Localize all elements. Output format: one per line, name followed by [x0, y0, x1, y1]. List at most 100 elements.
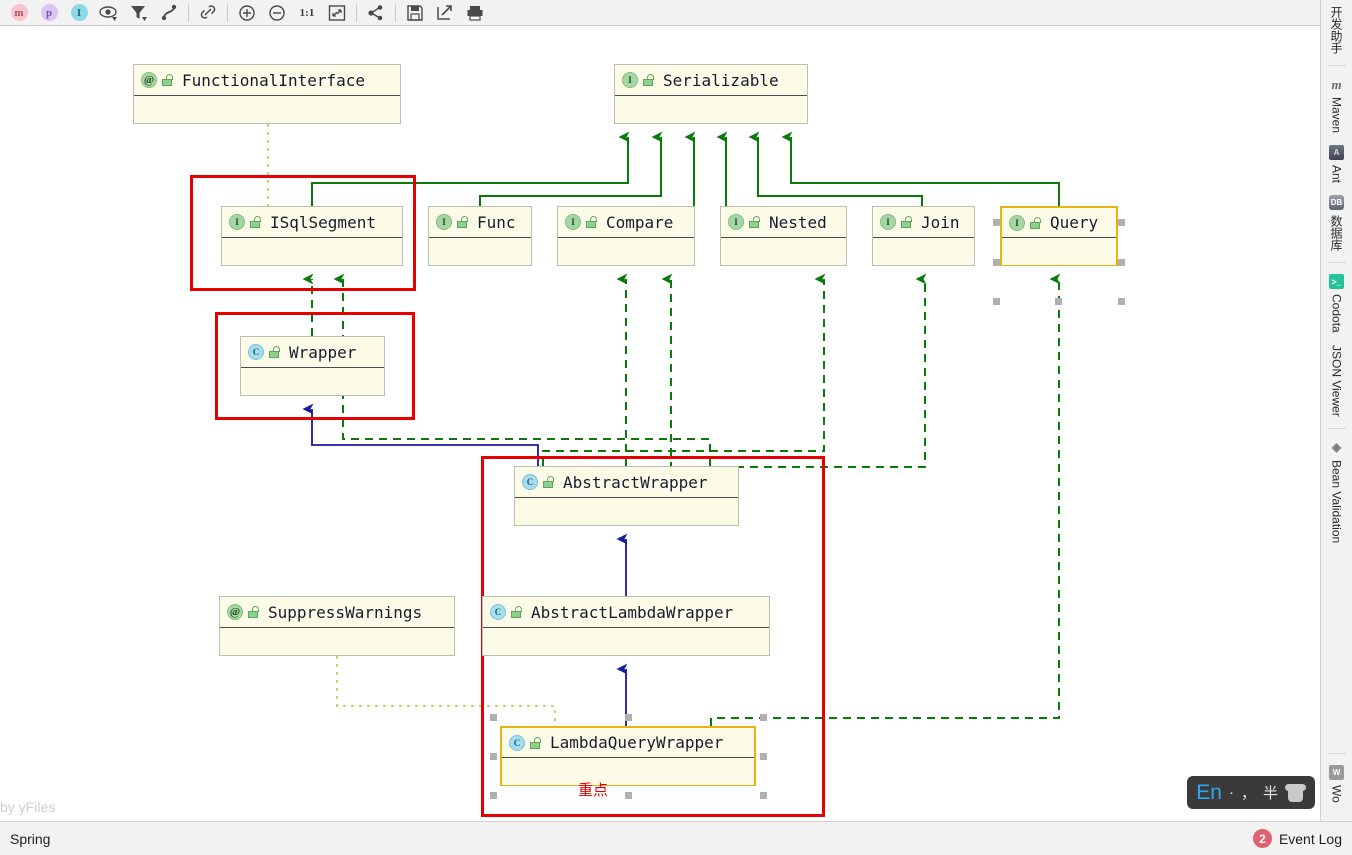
- uml-node-members: [502, 758, 754, 785]
- uml-node-name: Wrapper: [289, 342, 357, 362]
- uml-node-members: [721, 238, 846, 265]
- codota-icon: >_: [1329, 274, 1344, 290]
- sidebar-item-label: Codota: [1329, 294, 1344, 333]
- uml-node-abstract-wrapper[interactable]: C AbstractWrapper: [514, 466, 739, 526]
- bean-validation-icon: ◈: [1331, 440, 1342, 455]
- zoom-in-button[interactable]: [232, 1, 262, 25]
- yfiles-watermark: by yFiles: [0, 799, 56, 815]
- toolbar-separator-1: [188, 3, 189, 22]
- fit-icon: [328, 4, 346, 21]
- sidebar-item-maven[interactable]: m Maven: [1329, 71, 1344, 139]
- annotation-icon: @: [141, 72, 157, 88]
- uml-node-name: Serializable: [663, 70, 779, 90]
- properties-filter-icon: p: [40, 4, 58, 21]
- uml-node-nested[interactable]: I Nested: [720, 206, 847, 266]
- diagram-toolbar: m p I 1:1: [0, 0, 1320, 26]
- fit-content-button[interactable]: [322, 1, 352, 25]
- unlock-icon: [749, 216, 760, 228]
- uml-node-serializable[interactable]: I Serializable: [614, 64, 808, 124]
- uml-node-lambda-query-wrapper[interactable]: C LambdaQueryWrapper: [500, 726, 756, 786]
- sidebar-item-database[interactable]: DB 数据库: [1328, 189, 1345, 257]
- uml-diagram-canvas[interactable]: @ FunctionalInterface I Serializable I I…: [0, 26, 1320, 821]
- uml-node-compare[interactable]: I Compare: [557, 206, 695, 266]
- sidebar-item-bean-validation[interactable]: ◈ Bean Validation: [1329, 434, 1344, 549]
- save-button[interactable]: [400, 1, 430, 25]
- status-bar: Spring 2 Event Log: [0, 821, 1352, 855]
- print-button[interactable]: [460, 1, 490, 25]
- uml-node-header: C LambdaQueryWrapper: [502, 728, 754, 758]
- properties-filter-button[interactable]: p: [34, 1, 64, 25]
- uml-node-members: [615, 96, 807, 123]
- uml-node-members: [1002, 238, 1116, 265]
- unlock-icon: [1030, 216, 1041, 229]
- class-icon: C: [509, 734, 525, 751]
- uml-node-header: @ FunctionalInterface: [134, 65, 400, 96]
- uml-node-isqlsegment[interactable]: I ISqlSegment: [221, 206, 403, 266]
- sidebar-item-word[interactable]: W Wo: [1329, 759, 1344, 821]
- uml-node-func[interactable]: I Func: [428, 206, 532, 266]
- sidebar-item-label: Wo: [1329, 785, 1344, 803]
- event-log-button[interactable]: Event Log: [1279, 831, 1342, 847]
- uml-node-header: I ISqlSegment: [222, 207, 402, 238]
- inner-classes-filter-icon: I: [70, 4, 88, 21]
- actual-size-button[interactable]: 1:1: [292, 1, 322, 25]
- uml-node-name: ISqlSegment: [270, 212, 376, 232]
- uml-node-header: C AbstractWrapper: [515, 467, 738, 498]
- uml-node-header: I Join: [873, 207, 974, 238]
- uml-node-name: Join: [921, 212, 960, 232]
- sidebar-item-label: Ant: [1329, 165, 1344, 184]
- uml-node-functional-interface[interactable]: @ FunctionalInterface: [133, 64, 401, 124]
- uml-node-suppress-warnings[interactable]: @ SuppressWarnings: [219, 596, 455, 656]
- curve-icon: [161, 4, 177, 20]
- export-icon: [437, 4, 452, 20]
- uml-node-wrapper[interactable]: C Wrapper: [240, 336, 385, 396]
- ime-indicator[interactable]: En · ， 半: [1187, 776, 1315, 809]
- uml-node-name: Nested: [769, 212, 827, 232]
- share-button[interactable]: [361, 1, 391, 25]
- uml-node-members: [222, 238, 402, 265]
- interface-icon: I: [229, 214, 245, 230]
- uml-node-members: [515, 498, 738, 525]
- funnel-icon: [131, 5, 147, 21]
- event-log-badge: 2: [1252, 829, 1272, 848]
- red-note-annotation: 重点: [578, 781, 609, 799]
- toolbar-separator-2: [227, 3, 228, 22]
- annotation-icon: @: [227, 604, 243, 620]
- uml-node-abstract-lambda-wrapper[interactable]: C AbstractLambdaWrapper: [482, 596, 770, 656]
- unlock-icon: [250, 216, 261, 228]
- interface-icon: I: [880, 214, 896, 230]
- sidebar-item-label: 开发助手: [1329, 6, 1343, 54]
- print-icon: [467, 5, 483, 21]
- class-icon: C: [248, 344, 264, 360]
- toolbar-separator-4: [395, 3, 396, 22]
- inner-classes-filter-button[interactable]: I: [64, 1, 94, 25]
- export-button[interactable]: [430, 1, 460, 25]
- unlock-icon: [269, 346, 280, 358]
- sidebar-item-label: JSON Viewer: [1329, 344, 1344, 417]
- uml-node-join[interactable]: I Join: [872, 206, 975, 266]
- link-button[interactable]: [193, 1, 223, 25]
- unlock-icon: [162, 74, 173, 86]
- uml-node-members: [483, 628, 769, 655]
- sidebar-item-ant[interactable]: A Ant: [1329, 139, 1344, 189]
- uml-node-header: I Query: [1002, 208, 1116, 238]
- sidebar-item-label: 数据库: [1329, 215, 1343, 252]
- methods-filter-button[interactable]: m: [4, 1, 34, 25]
- uml-node-members: [429, 238, 531, 265]
- filter-button[interactable]: [124, 1, 154, 25]
- toolbar-separator-3: [356, 3, 357, 22]
- visibility-button[interactable]: [94, 1, 124, 25]
- ime-skin-icon[interactable]: [1285, 783, 1306, 802]
- sidebar-item-codota[interactable]: >_ Codota: [1329, 268, 1344, 339]
- sidebar-divider: [1327, 65, 1346, 66]
- interface-icon: I: [622, 72, 638, 88]
- status-bar-spring-label[interactable]: Spring: [10, 831, 50, 847]
- uml-node-name: Func: [477, 212, 516, 232]
- sidebar-item-json-viewer[interactable]: JSON Viewer: [1330, 339, 1344, 423]
- uml-node-header: C Wrapper: [241, 337, 384, 368]
- zoom-out-button[interactable]: [262, 1, 292, 25]
- edge-style-button[interactable]: [154, 1, 184, 25]
- sidebar-item-ai-assistant[interactable]: 开发助手: [1328, 0, 1345, 60]
- uml-node-members: [873, 238, 974, 265]
- uml-node-query[interactable]: I Query: [1000, 206, 1118, 266]
